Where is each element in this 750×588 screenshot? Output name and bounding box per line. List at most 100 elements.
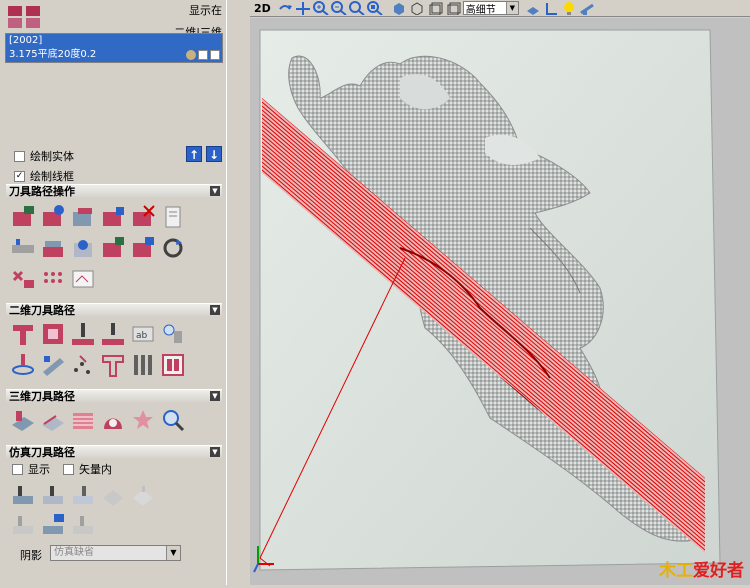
2d-view-button[interactable]: 2D xyxy=(250,2,275,15)
delete-toolpath-icon[interactable] xyxy=(130,204,156,230)
vcarve-icon[interactable] xyxy=(100,321,126,347)
raster-icon[interactable] xyxy=(70,407,96,433)
sheet-toolpath-icon[interactable] xyxy=(70,266,96,292)
reset-preview-icon[interactable] xyxy=(100,482,126,508)
array-toolpath-icon[interactable] xyxy=(40,266,66,292)
clear-simulation-icon[interactable] xyxy=(70,512,96,538)
draw-wireframe-label: 绘制线框 xyxy=(30,170,74,183)
offset-3d-icon[interactable] xyxy=(100,407,126,433)
draw-wireframe-row[interactable]: ✓ 绘制线框 xyxy=(14,168,74,184)
preview-3d-icon[interactable] xyxy=(160,407,186,433)
logo-part1: 木工 xyxy=(659,561,693,581)
section-3d-toolpaths[interactable]: 三维刀具路径 ▼ xyxy=(6,389,222,403)
edit-toolpath-icon[interactable] xyxy=(70,204,96,230)
draw-solid-checkbox[interactable] xyxy=(14,150,25,162)
ops-row-3 xyxy=(10,266,96,292)
material-plane-icon[interactable] xyxy=(525,1,541,15)
section-simulation[interactable]: 仿真刀具路径 ▼ xyxy=(6,445,222,459)
shadow-select[interactable]: 仿真缺省 ▼ xyxy=(50,545,181,561)
sim-row-2 xyxy=(10,512,96,538)
simulate-speed-icon[interactable] xyxy=(130,482,156,508)
moulding-icon[interactable] xyxy=(160,352,186,378)
layer-toolpath-icon[interactable] xyxy=(40,235,66,261)
logo-part2: 爱好者 xyxy=(693,561,744,581)
collapse-icon[interactable]: ▼ xyxy=(210,391,220,401)
chevron-down-icon[interactable]: ▼ xyxy=(166,546,180,560)
zoom-window-icon[interactable] xyxy=(348,1,365,15)
sim-show-checkbox[interactable] xyxy=(12,463,23,475)
finishing-icon[interactable] xyxy=(40,407,66,433)
detail-value: 高细节 xyxy=(465,4,496,16)
front-view-icon[interactable] xyxy=(427,1,443,15)
toolpath-stack-icon[interactable] xyxy=(6,2,46,32)
flag-box-2d[interactable] xyxy=(198,50,208,60)
draw-wireframe-checkbox[interactable]: ✓ xyxy=(14,170,25,182)
inlay-icon[interactable] xyxy=(160,321,186,347)
shadow-value: 仿真缺省 xyxy=(54,547,94,558)
fluting-icon[interactable] xyxy=(40,352,66,378)
zoom-fit-icon[interactable] xyxy=(366,1,383,15)
ops-row-1 xyxy=(10,204,186,230)
collapse-icon[interactable]: ▼ xyxy=(210,447,220,457)
splitter[interactable] xyxy=(226,0,250,585)
engrave-icon[interactable]: ab xyxy=(130,321,156,347)
sim-row-1 xyxy=(10,482,156,508)
sim-in-vector-checkbox[interactable] xyxy=(63,463,74,475)
detail-select[interactable]: 高细节 ▼ xyxy=(462,1,519,16)
section-title: 二维刀具路径 xyxy=(9,304,75,317)
light-icon[interactable] xyxy=(561,1,577,15)
transform-toolpath-icon[interactable] xyxy=(70,235,96,261)
zoom-out-icon[interactable] xyxy=(330,1,347,15)
simulate-all-icon[interactable] xyxy=(10,482,36,508)
circle-path-icon[interactable] xyxy=(10,352,36,378)
3d-row xyxy=(10,407,186,433)
toolpath-item-id[interactable]: [2002] xyxy=(6,34,222,48)
pan-icon[interactable] xyxy=(277,1,293,15)
3d-viewport[interactable]: 木工爱好者 xyxy=(250,18,750,585)
toolpath-list[interactable]: [2002] 3.175平底20度0.2 xyxy=(5,33,223,63)
save-toolpath-icon[interactable] xyxy=(10,204,36,230)
model-canvas[interactable] xyxy=(250,18,750,585)
chevron-down-icon[interactable]: ▼ xyxy=(505,2,518,14)
chamfer-icon[interactable] xyxy=(100,352,126,378)
save-simulation-icon[interactable] xyxy=(40,512,66,538)
flag-box-3d[interactable] xyxy=(210,50,220,60)
collapse-icon[interactable]: ▼ xyxy=(210,305,220,315)
sim-in-vector-label: 矢量内 xyxy=(79,463,112,476)
draw-solid-row[interactable]: 绘制实体 xyxy=(14,148,74,164)
section-toolpath-ops[interactable]: 刀具路径操作 ▼ xyxy=(6,184,222,198)
material-setup-icon[interactable] xyxy=(10,512,36,538)
toolpath-flags xyxy=(186,50,220,60)
drilling-icon[interactable] xyxy=(70,321,96,347)
nest-toolpath-icon[interactable] xyxy=(10,266,36,292)
toolpath-info-icon[interactable] xyxy=(40,204,66,230)
section-title: 三维刀具路径 xyxy=(9,390,75,403)
merge-toolpath-icon[interactable] xyxy=(100,235,126,261)
top-view-icon[interactable] xyxy=(409,1,425,15)
side-view-icon[interactable] xyxy=(445,1,461,15)
shading-icon[interactable] xyxy=(579,1,595,15)
summary-icon[interactable] xyxy=(160,204,186,230)
star-3d-icon[interactable] xyxy=(130,407,156,433)
recalculate-icon[interactable] xyxy=(160,235,186,261)
drill-points-icon[interactable] xyxy=(70,352,96,378)
simulate-selected-icon[interactable] xyxy=(40,482,66,508)
iso-view-icon[interactable] xyxy=(391,1,407,15)
texture-icon[interactable] xyxy=(130,352,156,378)
roughing-icon[interactable] xyxy=(10,407,36,433)
move-up-button[interactable]: ↑ xyxy=(186,146,202,162)
simulate-pause-icon[interactable] xyxy=(70,482,96,508)
section-2d-toolpaths[interactable]: 二维刀具路径 ▼ xyxy=(6,303,222,317)
toolpath-item-tool[interactable]: 3.175平底20度0.2 xyxy=(6,48,222,62)
profile-icon[interactable] xyxy=(10,321,36,347)
axis-icon[interactable] xyxy=(543,1,559,15)
collapse-icon[interactable]: ▼ xyxy=(210,186,220,196)
zoom-in-icon[interactable] xyxy=(312,1,329,15)
move-icon[interactable] xyxy=(295,1,311,15)
align-toolpath-icon[interactable] xyxy=(10,235,36,261)
pocket-icon[interactable] xyxy=(40,321,66,347)
sim-options-row: 显示 矢量内 xyxy=(12,461,112,477)
copy-toolpath-icon[interactable] xyxy=(100,204,126,230)
move-down-button[interactable]: ↓ xyxy=(206,146,222,162)
template-toolpath-icon[interactable] xyxy=(130,235,156,261)
